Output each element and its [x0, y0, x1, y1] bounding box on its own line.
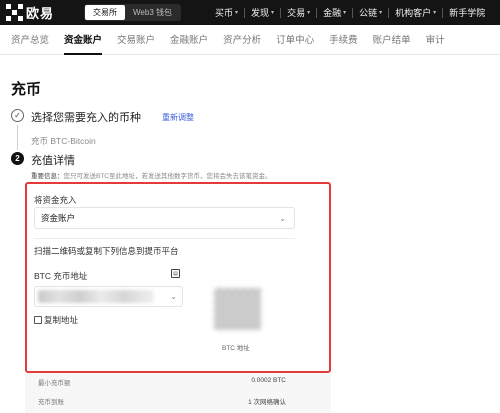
menu-buy-crypto[interactable]: 买币 ▾	[209, 0, 244, 25]
chevron-down-icon: ▾	[343, 10, 347, 16]
reselect-coin-link[interactable]: 重新调整	[162, 112, 194, 123]
menu-trade[interactable]: 交易 ▾	[281, 0, 316, 25]
menu-academy[interactable]: 新手学院	[443, 0, 491, 25]
tab-statements[interactable]: 账户结单	[373, 24, 411, 54]
min-deposit-label: 最小充币额	[38, 380, 71, 387]
menu-label: 买币	[215, 8, 234, 18]
tab-exchange[interactable]: 交易所	[85, 5, 126, 20]
tab-order-center[interactable]: 订单中心	[276, 24, 314, 54]
chevron-down-icon: ▾	[271, 10, 275, 16]
tab-asset-analysis[interactable]: 资产分析	[223, 24, 261, 54]
tab-web3-wallet[interactable]: Web3 钱包	[125, 5, 180, 20]
qr-caption: BTC 地址	[222, 345, 250, 352]
tab-fees[interactable]: 手续费	[329, 24, 358, 54]
chevron-down-icon: ▾	[235, 10, 239, 16]
tab-trading-account[interactable]: 交易账户	[117, 24, 155, 54]
tab-funding-account[interactable]: 资金账户	[64, 24, 103, 55]
btc-address-label: BTC 充币地址	[34, 271, 88, 281]
qr-code-image	[214, 288, 261, 330]
menu-label: 公链	[359, 8, 378, 18]
copy-address-label: 复制地址	[44, 315, 79, 325]
step1-title: 选择您需要充入的币种	[31, 112, 141, 124]
step2-title: 充值详情	[31, 155, 75, 167]
tab-finance-account[interactable]: 金融账户	[170, 24, 208, 54]
menu-discover[interactable]: 发现 ▾	[245, 0, 280, 25]
chevron-down-icon: ▾	[379, 10, 383, 16]
min-deposit-value: 0.0002 BTC	[251, 377, 286, 384]
logo-grid-icon	[6, 4, 23, 21]
chevron-down-icon: ⌄	[170, 292, 177, 301]
chevron-down-icon: ▾	[433, 10, 437, 16]
deposit-address-field[interactable]: ⌄	[34, 286, 183, 307]
selected-coin: 充币 BTC-Bitcoin	[31, 136, 96, 146]
page-title: 充币	[11, 81, 42, 98]
copy-icon	[34, 316, 42, 324]
menu-institutional[interactable]: 机构客户 ▾	[389, 0, 442, 25]
mode-switch: 交易所 Web3 钱包	[84, 4, 181, 21]
deposit-arrival-label: 充币到账	[38, 399, 64, 406]
menu-label: 新手学院	[449, 8, 486, 18]
deposit-to-label: 将资金充入	[34, 195, 77, 205]
step-connector	[17, 125, 18, 150]
deposit-notice: 重要信息：您只可发送BTC至此地址，若发送其他数字货币，您将会失去该笔资金。	[31, 170, 272, 180]
blurred-address	[38, 290, 154, 303]
menu-label: 金融	[323, 8, 342, 18]
account-select[interactable]: 资金账户 ⌄	[34, 207, 295, 229]
scan-hint: 扫描二维码或复制下列信息到提币平台	[34, 246, 179, 256]
menu-finance[interactable]: 金融 ▾	[317, 0, 352, 25]
address-book-icon[interactable]: ▤	[171, 269, 180, 278]
asset-subnav: 资产总览 资金账户 交易账户 金融账户 资产分析 订单中心 手续费 账户结单 审…	[0, 25, 500, 55]
menu-label: 发现	[251, 8, 270, 18]
menu-label: 机构客户	[395, 8, 432, 18]
top-navigation-bar: 欧易 交易所 Web3 钱包 买币 ▾ 发现 ▾ 交易 ▾ 金融 ▾ 公链 ▾ 机构客户 ▾…	[0, 0, 500, 25]
step2-badge: 2	[11, 152, 24, 165]
chevron-down-icon: ▾	[307, 10, 311, 16]
main-menu: 买币 ▾ 发现 ▾ 交易 ▾ 金融 ▾ 公链 ▾ 机构客户 ▾ 新手学院	[209, 0, 491, 25]
menu-public-chain[interactable]: 公链 ▾	[353, 0, 388, 25]
tab-audit[interactable]: 审计	[426, 24, 445, 54]
deposit-arrival-value: 1 次网络确认	[248, 399, 286, 406]
menu-label: 交易	[287, 8, 306, 18]
notice-label: 重要信息：	[31, 173, 64, 180]
copy-address-button[interactable]: 复制地址	[34, 314, 78, 326]
logo-text: 欧易	[26, 6, 55, 21]
chevron-down-icon: ⌄	[279, 213, 286, 223]
okx-logo[interactable]: 欧易	[6, 3, 54, 22]
tab-assets-overview[interactable]: 资产总览	[11, 24, 49, 54]
check-icon: ✓	[11, 109, 24, 122]
notice-text: 您只可发送BTC至此地址，若发送其他数字货币，您将会失去该笔资金。	[63, 173, 272, 180]
account-select-value: 资金账户	[41, 213, 76, 223]
divider	[34, 238, 295, 239]
